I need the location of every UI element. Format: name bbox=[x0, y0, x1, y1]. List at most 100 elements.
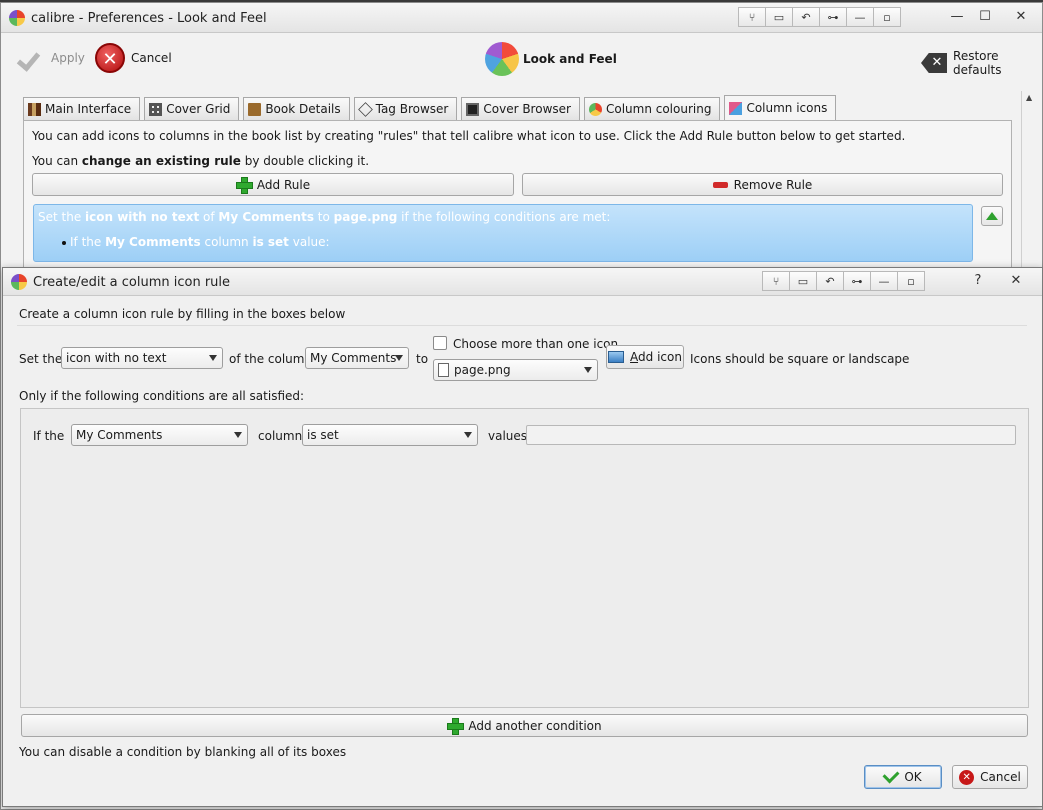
dialog-cancel-label: Cancel bbox=[980, 770, 1021, 784]
condition-column-value: My Comments bbox=[76, 428, 163, 442]
tab-label: Cover Browser bbox=[483, 102, 571, 116]
ok-label: OK bbox=[904, 770, 922, 784]
main-titlebar: calibre - Preferences - Look and Feel ⑂ … bbox=[1, 3, 1042, 33]
restore-defaults-button[interactable]: ✕ Restore defaults bbox=[921, 49, 1042, 77]
hint-prefix: You can bbox=[32, 154, 82, 168]
rule-kind: icon with no text bbox=[85, 210, 200, 224]
iconify-icon[interactable]: ▫ bbox=[873, 7, 901, 27]
rule-text: value: bbox=[288, 235, 330, 249]
undo-icon[interactable]: ↶ bbox=[792, 7, 820, 27]
shade-icon[interactable]: ▭ bbox=[789, 271, 817, 291]
condition-values-input[interactable] bbox=[526, 425, 1016, 445]
dialog-title: Create/edit a column icon rule bbox=[33, 275, 231, 290]
tab-label: Book Details bbox=[265, 102, 341, 116]
calibre-logo-icon bbox=[11, 274, 27, 290]
move-rule-up-button[interactable] bbox=[981, 206, 1003, 226]
condition-column-select[interactable]: My Comments bbox=[71, 424, 248, 446]
section-header: Look and Feel bbox=[485, 42, 617, 76]
tab-column-colouring[interactable]: Column colouring bbox=[583, 97, 721, 120]
dialog-titlebar: Create/edit a column icon rule ⑂ ▭ ↶ ⊶ —… bbox=[3, 268, 1042, 296]
icon-file-select[interactable]: page.png bbox=[433, 359, 598, 381]
tab-cover-grid[interactable]: Cover Grid bbox=[144, 97, 240, 120]
rule-text: of bbox=[199, 210, 219, 224]
tab-tag-browser[interactable]: Tag Browser bbox=[353, 97, 458, 120]
column-value: My Comments bbox=[310, 351, 397, 365]
pin-icon[interactable]: ⑂ bbox=[762, 271, 790, 291]
minus-icon bbox=[712, 181, 728, 188]
add-rule-button[interactable]: Add Rule bbox=[32, 173, 514, 196]
look-and-feel-icon bbox=[485, 42, 519, 76]
add-condition-button[interactable]: Add another condition bbox=[21, 714, 1028, 737]
maximize-icon[interactable]: ☐ bbox=[971, 7, 999, 27]
mnemonic: A bbox=[630, 350, 639, 364]
rule-text: If the bbox=[70, 235, 106, 249]
icon-kind-value: icon with no text bbox=[66, 351, 167, 365]
hint-suffix: by double clicking it. bbox=[240, 154, 370, 168]
minimize-icon[interactable]: — bbox=[943, 7, 971, 27]
of-column-label: of the column: bbox=[229, 352, 317, 366]
close-icon[interactable]: ✕ bbox=[1002, 271, 1030, 291]
tab-main-interface[interactable]: Main Interface bbox=[23, 97, 141, 120]
restore-label: Restore defaults bbox=[953, 49, 1002, 77]
palette-icon bbox=[588, 102, 602, 116]
window-controls: — ☐ ✕ bbox=[943, 7, 1035, 27]
dialog-titlebar-tools: ⑂ ▭ ↶ ⊶ — ▫ bbox=[762, 271, 925, 291]
close-icon[interactable]: ✕ bbox=[1007, 7, 1035, 27]
keep-above-icon[interactable]: ⊶ bbox=[819, 7, 847, 27]
rule-condition: If the My Comments column is set value: bbox=[62, 235, 330, 249]
values-label: values bbox=[488, 429, 528, 443]
tab-book-details[interactable]: Book Details bbox=[243, 97, 350, 120]
chevron-down-icon bbox=[209, 355, 217, 361]
cancel-x-icon: ✕ bbox=[95, 43, 125, 73]
calibre-logo-icon bbox=[9, 10, 25, 26]
remove-rule-label: Remove Rule bbox=[733, 177, 813, 192]
roll-up-icon[interactable]: — bbox=[870, 271, 898, 291]
column-icon-rule-dialog: Create/edit a column icon rule ⑂ ▭ ↶ ⊶ —… bbox=[2, 267, 1043, 807]
conditions-label: Only if the following conditions are all… bbox=[19, 389, 305, 403]
chevron-down-icon bbox=[234, 432, 242, 438]
tab-label: Tag Browser bbox=[375, 102, 449, 116]
pin-icon[interactable]: ⑂ bbox=[738, 7, 766, 27]
tab-column-icons[interactable]: Column icons bbox=[724, 95, 837, 120]
scroll-up-icon[interactable]: ▲ bbox=[1026, 93, 1032, 102]
shade-icon[interactable]: ▭ bbox=[765, 7, 793, 27]
rule-text: if the following conditions are met: bbox=[397, 210, 611, 224]
panel-intro: You can add icons to columns in the book… bbox=[32, 129, 906, 143]
panel-scrollbar[interactable]: ▲ bbox=[1021, 91, 1037, 271]
iconify-icon[interactable]: ▫ bbox=[897, 271, 925, 291]
multiple-icons-checkbox[interactable] bbox=[433, 336, 447, 350]
apply-button[interactable]: Apply bbox=[19, 47, 85, 69]
rule-list-item[interactable]: Set the icon with no text of My Comments… bbox=[33, 204, 973, 262]
tab-cover-browser[interactable]: Cover Browser bbox=[461, 97, 580, 120]
add-icon-button[interactable]: Add icon bbox=[606, 345, 684, 369]
undo-icon[interactable]: ↶ bbox=[816, 271, 844, 291]
multiple-icons-label: Choose more than one icon bbox=[453, 337, 619, 351]
add-icon-icon bbox=[608, 351, 625, 363]
rule-column: My Comments bbox=[105, 235, 201, 249]
apply-check-icon bbox=[19, 47, 43, 69]
plus-icon bbox=[235, 177, 253, 194]
column-select[interactable]: My Comments bbox=[305, 347, 409, 369]
add-rule-label: Add Rule bbox=[256, 177, 311, 192]
disable-condition-hint: You can disable a condition by blanking … bbox=[19, 745, 347, 759]
add-condition-label: Add another condition bbox=[468, 718, 602, 733]
bullet-icon bbox=[62, 241, 66, 245]
titlebar-tools: ⑂ ▭ ↶ ⊶ — ▫ bbox=[738, 7, 901, 27]
chevron-down-icon bbox=[464, 432, 472, 438]
icon-file-value: page.png bbox=[454, 363, 511, 377]
conditions-panel: If the My Comments column is set values bbox=[20, 408, 1029, 708]
dialog-cancel-button[interactable]: ✕ Cancel bbox=[952, 765, 1028, 789]
cancel-label: Cancel bbox=[131, 51, 172, 65]
help-icon[interactable]: ? bbox=[964, 271, 992, 291]
section-title: Look and Feel bbox=[523, 52, 617, 66]
column-icons-icon bbox=[729, 101, 743, 115]
cancel-button[interactable]: ✕ Cancel bbox=[95, 43, 172, 73]
add-icon-rest: dd icon bbox=[638, 350, 682, 364]
icon-kind-select[interactable]: icon with no text bbox=[61, 347, 223, 369]
books-icon bbox=[28, 102, 41, 116]
ok-button[interactable]: OK bbox=[864, 765, 942, 789]
keep-above-icon[interactable]: ⊶ bbox=[843, 271, 871, 291]
remove-rule-button[interactable]: Remove Rule bbox=[522, 173, 1003, 196]
roll-up-icon[interactable]: — bbox=[846, 7, 874, 27]
condition-action-select[interactable]: is set bbox=[302, 424, 478, 446]
